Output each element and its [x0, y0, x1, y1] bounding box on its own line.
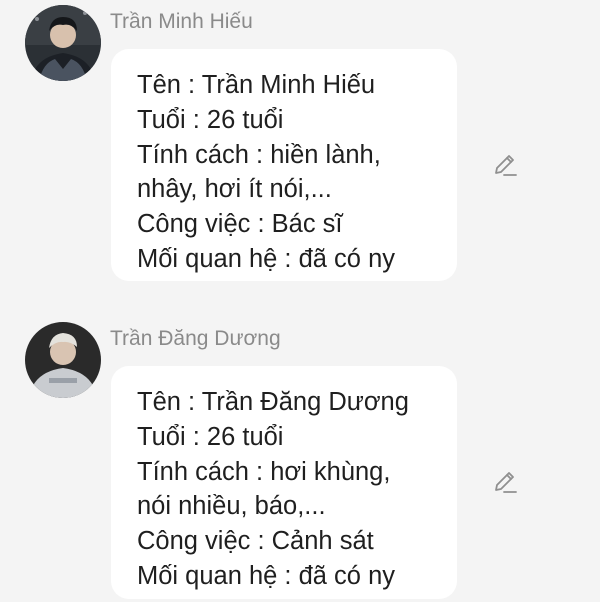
message-line: Tuổi : 26 tuổi — [137, 422, 284, 451]
message-line: Mối quan hệ : đã có ny — [137, 561, 396, 590]
message-line: Tính cách : hiền lành, — [137, 140, 381, 169]
sender-avatar[interactable] — [25, 322, 101, 398]
message-line: Tính cách : hơi khùng, — [137, 457, 391, 486]
sender-name: Trần Đăng Dương — [110, 327, 281, 350]
edit-icon[interactable] — [492, 468, 520, 496]
message-bubble[interactable]: Tên : Trần Minh Hiếu Tuổi : 26 tuổi Tính… — [111, 49, 457, 281]
message-bubble[interactable]: Tên : Trần Đăng Dương Tuổi : 26 tuổi Tín… — [111, 366, 457, 599]
message-line: Tuổi : 26 tuổi — [137, 105, 284, 134]
message-line: nói nhiều, báo,... — [137, 492, 326, 521]
sender-name: Trần Minh Hiếu — [110, 10, 253, 33]
message-line: Tên : Trần Minh Hiếu — [137, 71, 376, 99]
message-line: Mối quan hệ : đã có ny — [137, 244, 396, 273]
edit-icon[interactable] — [492, 151, 520, 179]
sender-avatar[interactable] — [25, 5, 101, 81]
message-line: Tên : Trần Đăng Dương — [137, 388, 409, 416]
message-line: Công việc : Cảnh sát — [137, 527, 374, 556]
message-line: Công việc : Bác sĩ — [137, 210, 343, 239]
message-line: nhây, hơi ít nói,... — [137, 175, 332, 204]
